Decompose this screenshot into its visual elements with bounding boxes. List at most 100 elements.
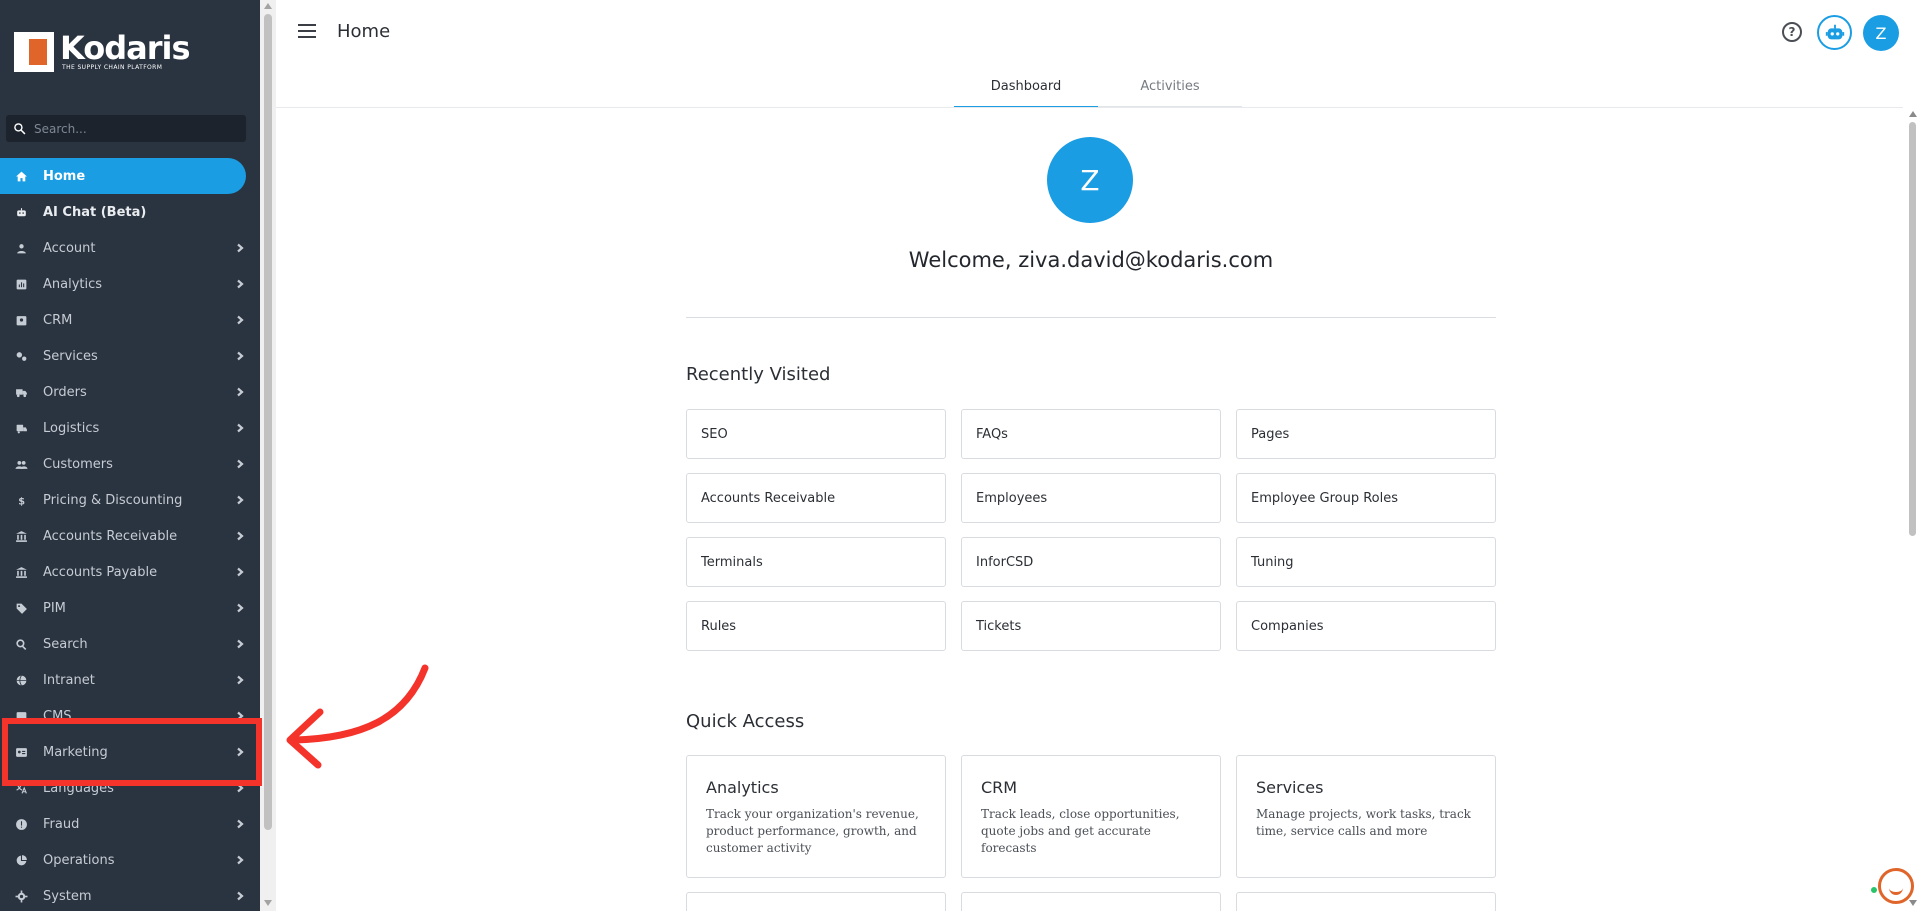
highlight-box [2, 718, 262, 786]
sidebar-item-accounts-payable[interactable]: Accounts Payable [0, 554, 260, 590]
logo-name: Kodaris [60, 29, 191, 67]
sidebar-item-analytics[interactable]: Analytics [0, 266, 260, 302]
welcome-message: Welcome, ziva.david@kodaris.com [908, 248, 1274, 272]
sidebar-item-label: Pricing & Discounting [43, 492, 183, 508]
chevron-right-icon [233, 673, 247, 687]
recent-link-tickets[interactable]: Tickets [961, 601, 1221, 651]
sidebar-item-pricing-discounting[interactable]: $ Pricing & Discounting [0, 482, 260, 518]
home-icon [14, 169, 28, 183]
gears-icon [14, 349, 28, 363]
quick-access-card[interactable] [686, 892, 946, 911]
chevron-right-icon [233, 313, 247, 327]
recent-link-seo[interactable]: SEO [686, 409, 946, 459]
gear-icon [14, 889, 28, 903]
sidebar-item-label: Home [43, 168, 86, 184]
sidebar-item-ai-chat-beta[interactable]: AI Chat (Beta) [0, 194, 260, 230]
recent-link-tuning[interactable]: Tuning [1236, 537, 1496, 587]
contact-card-icon [14, 313, 28, 327]
kodaris-logo[interactable]: Kodaris THE SUPPLY CHAIN PLATFORM [14, 29, 191, 74]
logo-mark-icon [14, 32, 54, 72]
sidebar-item-search[interactable]: Search [0, 626, 260, 662]
scroll-down-arrow-icon[interactable] [1909, 900, 1917, 906]
sidebar-search-input[interactable] [34, 121, 234, 136]
recent-link-employee-group-roles[interactable]: Employee Group Roles [1236, 473, 1496, 523]
main-scrollbar[interactable] [1903, 108, 1920, 911]
quick-access-card[interactable] [961, 892, 1221, 911]
recently-visited-grid: SEO FAQs Pages Accounts Receivable Emplo… [686, 409, 1497, 651]
sidebar-item-customers[interactable]: Customers [0, 446, 260, 482]
chevron-right-icon [233, 601, 247, 615]
sidebar-item-account[interactable]: Account [0, 230, 260, 266]
quick-access-grid: Analytics Track your organization's reve… [686, 755, 1497, 911]
online-status-dot [1870, 886, 1878, 894]
tab-activities[interactable]: Activities [1098, 72, 1242, 108]
recent-link-faqs[interactable]: FAQs [961, 409, 1221, 459]
quick-access-desc: Track leads, close opportunities, quote … [981, 807, 1180, 855]
main-scroll-thumb[interactable] [1909, 122, 1916, 536]
alert-icon [14, 817, 28, 831]
sidebar-scrollbar[interactable] [260, 0, 276, 911]
quick-access-card[interactable] [1236, 892, 1496, 911]
sidebar-item-label: Fraud [43, 816, 80, 832]
quick-access-title-text: CRM [981, 778, 1018, 797]
sidebar-nav: Home AI Chat (Beta) Account Analytics CRM Ser… [0, 158, 260, 911]
sidebar-item-label: Logistics [43, 420, 100, 436]
sidebar-item-label: Orders [43, 384, 87, 400]
chevron-right-icon [233, 529, 247, 543]
scroll-down-arrow-icon[interactable] [264, 900, 272, 906]
quick-access-analytics[interactable]: Analytics Track your organization's reve… [686, 755, 946, 878]
scroll-up-arrow-icon[interactable] [1909, 111, 1917, 117]
quick-access-title: Quick Access [686, 711, 805, 732]
sidebar-item-label: Customers [43, 456, 113, 472]
person-icon [14, 241, 28, 255]
globe-icon [14, 673, 28, 687]
sidebar-item-operations[interactable]: Operations [0, 842, 260, 878]
svg-text:$: $ [18, 496, 25, 507]
sidebar-item-intranet[interactable]: Intranet [0, 662, 260, 698]
tabs: Dashboard Activities [954, 72, 1242, 108]
top-bar: Home ? Z [276, 0, 1920, 66]
help-icon[interactable]: ? [1782, 22, 1802, 42]
sidebar-item-label: Operations [43, 852, 115, 868]
sidebar-item-orders[interactable]: Orders [0, 374, 260, 410]
divider [686, 317, 1496, 318]
search-icon [14, 637, 28, 651]
sidebar-item-services[interactable]: Services [0, 338, 260, 374]
scroll-up-arrow-icon[interactable] [264, 3, 272, 9]
tabs-divider [276, 107, 1903, 108]
sidebar-scroll-thumb[interactable] [264, 14, 272, 830]
sidebar-item-label: Accounts Receivable [43, 528, 178, 544]
recent-link-rules[interactable]: Rules [686, 601, 946, 651]
sidebar-item-system[interactable]: System [0, 878, 260, 911]
recent-link-accounts-receivable[interactable]: Accounts Receivable [686, 473, 946, 523]
tab-dashboard[interactable]: Dashboard [954, 72, 1098, 108]
sidebar-item-fraud[interactable]: Fraud [0, 806, 260, 842]
people-icon [14, 457, 28, 471]
recent-link-pages[interactable]: Pages [1236, 409, 1496, 459]
tag-icon [14, 601, 28, 615]
sidebar-item-logistics[interactable]: Logistics [0, 410, 260, 446]
quick-access-crm[interactable]: CRM Track leads, close opportunities, qu… [961, 755, 1221, 878]
sidebar-item-home[interactable]: Home [0, 158, 246, 194]
sidebar-item-label: Intranet [43, 672, 95, 688]
sidebar-item-label: Services [43, 348, 98, 364]
sidebar-item-pim[interactable]: PIM [0, 590, 260, 626]
quick-access-title-text: Analytics [706, 778, 779, 797]
quick-access-title-text: Services [1256, 778, 1324, 797]
sidebar-item-label: CRM [43, 312, 73, 328]
recent-link-companies[interactable]: Companies [1236, 601, 1496, 651]
user-avatar[interactable]: Z [1863, 15, 1899, 51]
sidebar-item-crm[interactable]: CRM [0, 302, 260, 338]
recent-link-inforcsd[interactable]: InforCSD [961, 537, 1221, 587]
quick-access-services[interactable]: Services Manage projects, work tasks, tr… [1236, 755, 1496, 878]
ai-assistant-icon[interactable] [1817, 15, 1852, 50]
sidebar-item-accounts-receivable[interactable]: Accounts Receivable [0, 518, 260, 554]
recent-link-terminals[interactable]: Terminals [686, 537, 946, 587]
sidebar-item-label: AI Chat (Beta) [43, 204, 147, 220]
profile-avatar: Z [1047, 137, 1133, 223]
menu-icon[interactable] [298, 24, 316, 38]
recent-link-employees[interactable]: Employees [961, 473, 1221, 523]
bank-icon [14, 565, 28, 579]
search-icon [14, 123, 26, 135]
chat-widget-icon[interactable] [1878, 868, 1914, 904]
